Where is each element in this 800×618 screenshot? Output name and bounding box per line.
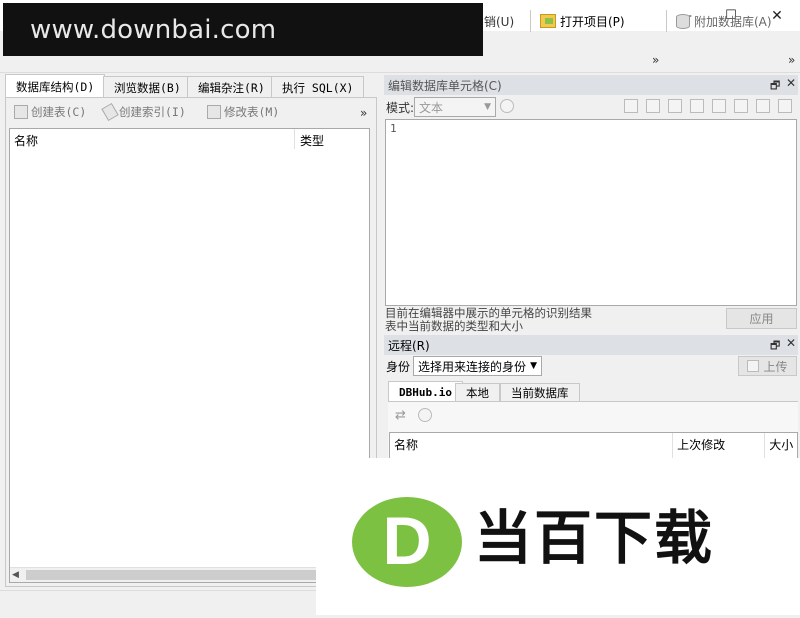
cell-editor-text-area[interactable]: 1 — [385, 119, 797, 306]
create-index-icon — [101, 102, 119, 122]
upload-button[interactable]: 上传 — [738, 356, 797, 376]
modify-table-icon — [207, 105, 221, 119]
open-editor-icon[interactable] — [734, 99, 748, 113]
attach-database-icon — [676, 13, 690, 29]
toolbar-separator — [530, 10, 531, 32]
set-null-icon[interactable] — [668, 99, 682, 113]
column-header-size[interactable]: 大小 — [765, 433, 797, 458]
upload-icon — [747, 360, 760, 372]
create-table-button[interactable]: 创建表(C) — [14, 104, 86, 120]
toolbar-overflow-chevron[interactable]: » — [652, 53, 659, 67]
auto-format-icon[interactable] — [712, 99, 726, 113]
clone-icon[interactable] — [418, 408, 432, 422]
apply-button[interactable]: 应用 — [726, 308, 797, 329]
attach-database-label: 附加数据库(A) — [694, 14, 772, 29]
mode-select-value: 文本 — [419, 100, 444, 115]
chevron-down-icon: ▼ — [484, 102, 491, 112]
cell-editor-header: 编辑数据库单元格(C) — [384, 75, 798, 95]
tab-label: 编辑杂注(R) — [198, 80, 265, 95]
watermark-text: www.downbai.com — [30, 14, 277, 45]
scroll-left-arrow[interactable]: ◀ — [12, 570, 19, 580]
column-header-name[interactable]: 名称 — [10, 129, 295, 149]
cell-info: 目前在编辑器中展示的单元格的识别结果 表中当前数据的类型和大小 — [385, 307, 715, 333]
chevron-down-icon: ▼ — [530, 361, 537, 371]
structure-header: 名称 类型 — [10, 129, 369, 149]
identity-label: 身份 — [386, 360, 411, 374]
cell-editor-close-icon[interactable]: ✕ — [786, 76, 796, 90]
promo-banner: D 当百下载 — [316, 458, 800, 615]
auto-switch-icon[interactable] — [500, 99, 514, 113]
cell-editor-title: 编辑数据库单元格(C) — [388, 78, 502, 93]
copy-icon[interactable] — [756, 99, 770, 113]
structure-toolbar-chevron[interactable]: » — [360, 106, 367, 120]
create-table-icon — [14, 105, 28, 119]
tab-label: 浏览数据(B) — [114, 80, 181, 95]
tab-browse-data[interactable]: 浏览数据(B) — [103, 76, 192, 98]
tab-edit-pragmas[interactable]: 编辑杂注(R) — [187, 76, 276, 98]
status-bar — [0, 590, 316, 615]
column-header-name[interactable]: 名称 — [390, 433, 674, 458]
upload-button-label: 上传 — [763, 359, 788, 374]
cell-info-line2: 表中当前数据的类型和大小 — [385, 319, 523, 333]
tab-execute-sql[interactable]: 执行 SQL(X) — [271, 76, 365, 98]
tab-database-structure[interactable]: 数据库结构(D) — [5, 74, 106, 98]
identity-select-value: 选择用来连接的身份 — [418, 359, 527, 374]
import-icon[interactable] — [624, 99, 638, 113]
remote-close-icon[interactable]: ✕ — [786, 336, 796, 350]
tab-label: DBHub.io — [399, 385, 452, 399]
remote-header: 远程(R) — [384, 335, 798, 355]
word-wrap-icon[interactable] — [690, 99, 704, 113]
print-icon[interactable] — [778, 99, 792, 113]
remote-float-icon[interactable]: 🗗 — [770, 337, 780, 356]
open-project-button[interactable]: 打开项目(P) — [540, 9, 625, 33]
attach-database-button[interactable]: 附加数据库(A) — [676, 9, 772, 33]
refresh-icon[interactable]: ⇄ — [395, 408, 406, 423]
create-index-label: 创建索引(I) — [119, 105, 186, 119]
toolbar-overflow-chevron-2[interactable]: » — [788, 53, 795, 67]
watermark-logo: www.downbai.com — [3, 3, 483, 56]
toolbar-separator-2 — [666, 10, 667, 32]
mode-select[interactable]: 文本 ▼ — [414, 97, 496, 117]
create-table-label: 创建表(C) — [31, 105, 87, 119]
line-number: 1 — [390, 122, 397, 135]
tab-label: 执行 SQL(X) — [282, 80, 354, 95]
identity-select[interactable]: 选择用来连接的身份 ▼ — [413, 356, 542, 376]
tab-label: 本地 — [466, 386, 489, 400]
brand-letter: D — [382, 503, 431, 579]
open-project-icon — [540, 14, 556, 28]
brand-text: 当百下载 — [474, 504, 715, 572]
toolbar-partial-button[interactable]: 销(U) — [484, 9, 514, 33]
mode-label: 模式: — [386, 101, 415, 115]
scrollbar-thumb[interactable] — [26, 570, 318, 580]
open-project-label: 打开项目(P) — [560, 14, 625, 29]
tab-local[interactable]: 本地 — [455, 383, 500, 402]
apply-button-label: 应用 — [749, 312, 774, 326]
tab-label: 数据库结构(D) — [16, 79, 95, 94]
tab-label: 当前数据库 — [511, 386, 569, 400]
create-index-button[interactable]: 创建索引(I) — [101, 102, 186, 122]
modify-table-label: 修改表(M) — [224, 105, 280, 119]
export-icon[interactable] — [646, 99, 660, 113]
toolbar-partial-label: 销(U) — [484, 14, 515, 29]
tab-current-database[interactable]: 当前数据库 — [500, 383, 580, 402]
tab-dbhub[interactable]: DBHub.io — [388, 381, 463, 402]
remote-list-header: 名称 上次修改 大小 — [389, 432, 798, 458]
remote-title: 远程(R) — [388, 338, 430, 353]
cell-editor-float-icon[interactable]: 🗗 — [770, 77, 780, 96]
modify-table-button[interactable]: 修改表(M) — [207, 104, 279, 120]
column-header-last-modified[interactable]: 上次修改 — [673, 433, 766, 458]
column-header-type[interactable]: 类型 — [295, 129, 324, 149]
